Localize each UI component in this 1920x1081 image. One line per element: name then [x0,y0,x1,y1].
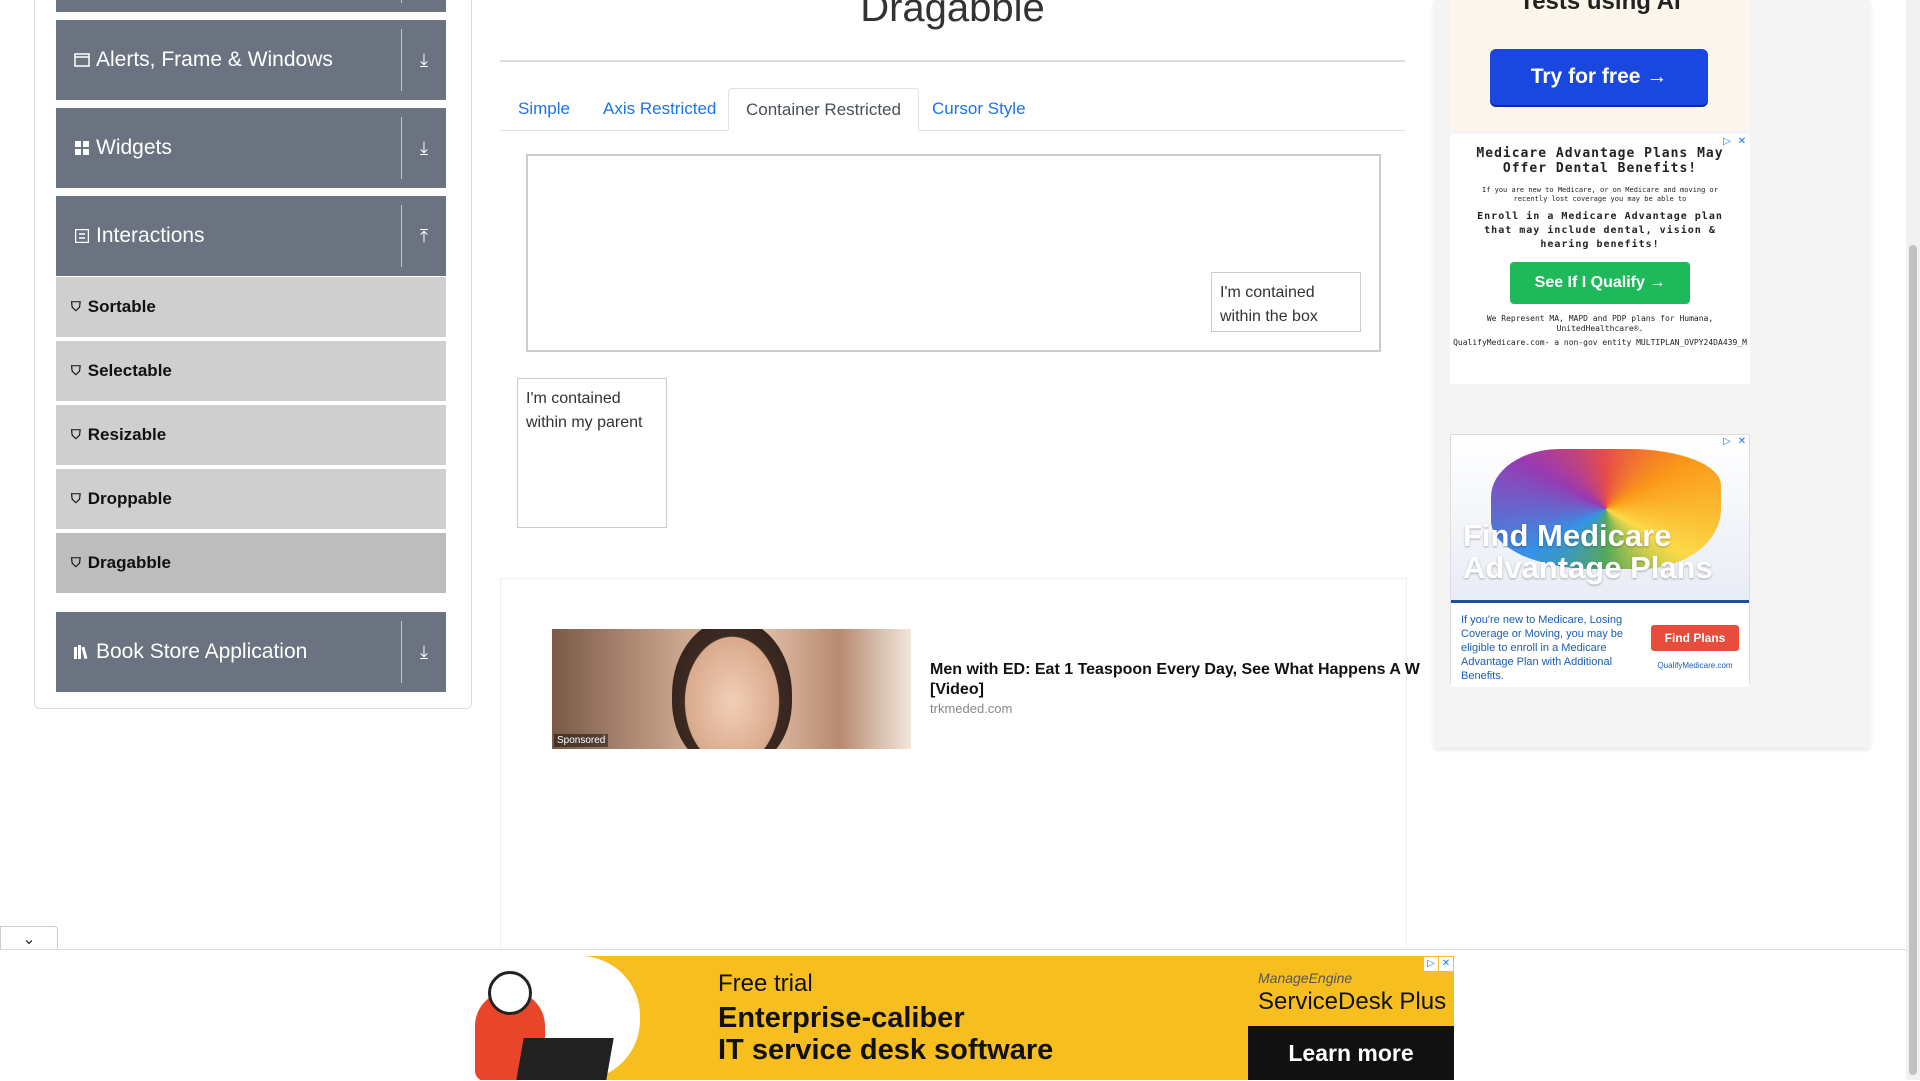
download-arrow-icon[interactable]: ⤓ [402,642,446,663]
adchoices-icon[interactable]: ▷ [1720,135,1734,149]
try-for-free-button[interactable]: Try for free → [1490,49,1708,105]
tab-simple[interactable]: Simple [501,88,587,130]
sidebar-group-label: Interactions [96,224,205,247]
adchoices-icon[interactable]: ▷ [1424,957,1438,971]
brand-logo-text: ManageEngine [1258,970,1353,986]
page-scrollbar[interactable] [1906,0,1920,1080]
html5-icon: ⛉ [71,491,81,506]
html5-icon: ⛉ [71,555,81,570]
banner-headline: Enterprise-caliber IT service desk softw… [718,1002,1054,1066]
sponsored-image[interactable] [552,629,911,749]
sidebar-item-label: Selectable [87,361,172,380]
close-icon[interactable]: ✕ [1439,957,1453,971]
ad-title: Find Medicare Advantage Plans [1463,518,1713,585]
sponsored-domain: trkmeded.com [930,701,1013,716]
find-plans-button[interactable]: Find Plans [1651,625,1739,651]
medicare-dental-ad[interactable]: Medicare Advantage Plans May Offer Denta… [1450,134,1750,384]
sponsored-tag: Sponsored [554,734,609,747]
window-icon [74,52,90,68]
html5-icon: ⛉ [71,363,81,378]
ad-heading: Medicare Advantage Plans May Offer Denta… [1476,146,1724,176]
ad-subtext: If you are new to Medicare, or on Medica… [1481,186,1718,203]
ad-main-text: Enroll in a Medicare Advantage plan that… [1477,211,1723,250]
sidebar-item-label: Droppable [87,489,172,508]
sidebar-item-label: Dragabble [87,553,171,572]
ad-footer: We Represent MA, MAPD and PDP plans for … [1486,314,1714,333]
download-arrow-icon[interactable]: ⤓ [402,50,446,71]
tab-cursor-style[interactable]: Cursor Style [915,88,1043,130]
tab-axis-restricted[interactable]: Axis Restricted [586,88,733,130]
html5-icon: ⛉ [71,299,81,314]
upload-arrow-icon[interactable]: ⤒ [402,226,446,247]
grid-icon [74,140,90,156]
see-if-qualify-button[interactable]: See If I Qualify → [1510,262,1690,304]
sidebar-group-interactions[interactable]: Interactions ⤒ [56,196,446,276]
sidebar-group-label: Alerts, Frame & Windows [96,48,333,71]
books-icon [74,644,90,660]
sidebar-item-label: Resizable [87,425,167,444]
servicedesk-banner-ad[interactable]: Free trial Enterprise-caliber IT service… [450,956,1454,1080]
brand-product-name: ServiceDesk Plus [1258,988,1447,1015]
sidebar-group-alerts[interactable]: Alerts, Frame & Windows ⤓ [56,20,446,100]
tab-bar: Simple Axis Restricted Container Restric… [500,88,1405,131]
download-arrow-icon[interactable]: ⤓ [402,138,446,159]
banner-small-text: Free trial [718,970,813,997]
sponsored-headline[interactable]: Men with ED: Eat 1 Teaspoon Every Day, S… [930,660,1450,700]
sidebar-group-book-store[interactable]: Book Store Application ⤓ [56,612,446,692]
sidebar-group-widgets[interactable]: Widgets ⤓ [56,108,446,188]
interaction-icon [74,228,90,244]
collapse-ad-button[interactable]: ⌄ [0,926,58,951]
sidebar-group-label: Book Store Application [96,640,308,663]
sidebar-group-label: Widgets [96,136,172,159]
medicare-map-ad[interactable]: Find Medicare Advantage Plans If you're … [1450,434,1750,687]
sidebar-item-dragabble[interactable]: ⛉ Dragabble [56,533,446,595]
draggable-box-contained[interactable]: I'm contained within the box [1211,272,1361,332]
page-title: Dragabble [860,0,1045,30]
tab-container-restricted[interactable]: Container Restricted [728,88,919,131]
ad-source: QualifyMedicare.com [1657,661,1733,670]
sidebar-group-previous[interactable]: ⤓ [56,0,446,12]
draggable-parent-contained[interactable]: I'm contained within my parent [517,378,667,528]
sidebar-item-resizable[interactable]: ⛉ Resizable [56,405,446,467]
support-agent-illustration [450,956,640,1080]
scrollbar-thumb[interactable] [1909,245,1917,1075]
close-icon[interactable]: ✕ [1735,435,1749,449]
ad-description: If you're new to Medicare, Losing Covera… [1461,614,1624,682]
adchoices-icon[interactable]: ▷ [1720,435,1734,449]
sidebar-item-sortable[interactable]: ⛉ Sortable [56,277,446,339]
sidebar-item-label: Sortable [87,297,156,316]
ad-footer-entity: QualifyMedicare.com- a non-gov entity MU… [1453,338,1747,347]
close-icon[interactable]: ✕ [1735,135,1749,149]
sidebar-item-droppable[interactable]: ⛉ Droppable [56,469,446,531]
learn-more-button[interactable]: Learn more [1248,1026,1454,1080]
ai-ad-text: Tests using AI [1519,0,1681,15]
html5-icon: ⛉ [71,427,81,442]
sidebar-item-selectable[interactable]: ⛉ Selectable [56,341,446,403]
title-divider [500,60,1405,62]
chevron-down-icon: ⌄ [22,931,36,948]
